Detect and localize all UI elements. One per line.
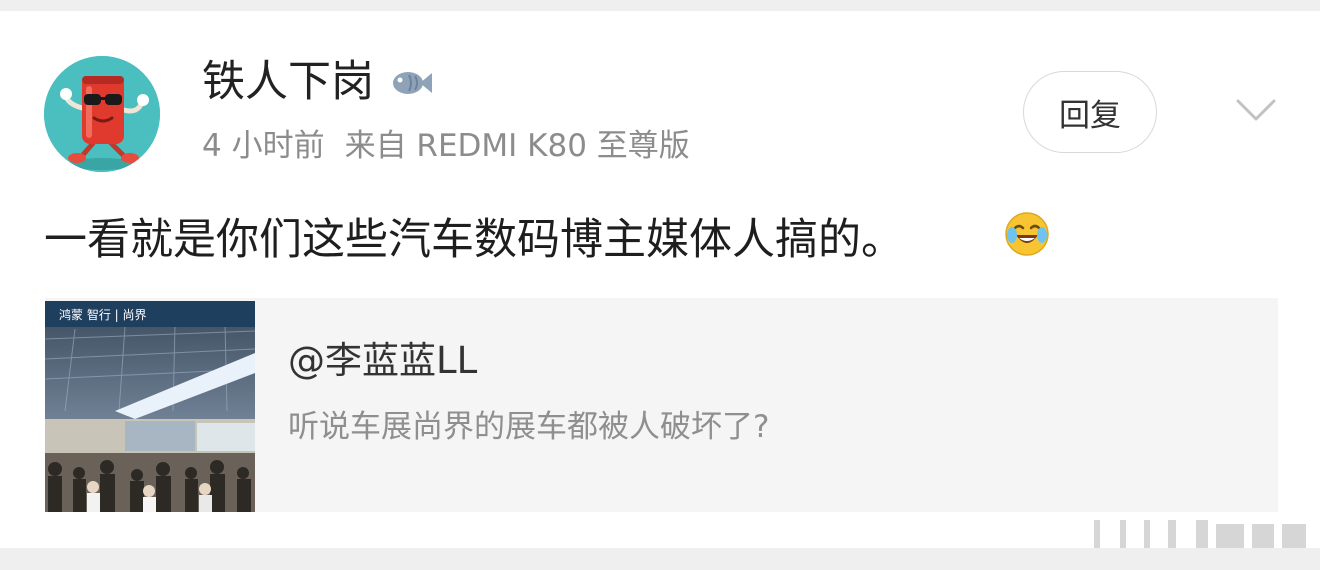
- post-time: 4 小时前: [202, 128, 325, 164]
- fish-icon: [393, 72, 432, 94]
- post-source: 来自 REDMI K80 至尊版: [344, 128, 690, 164]
- quoted-post-text: 听说车展尚界的展车都被人破坏了?: [288, 409, 770, 445]
- avatar[interactable]: [44, 56, 160, 172]
- quoted-post-thumbnail: 鸿蒙 智行 | 尚界: [45, 301, 255, 512]
- thumbnail-banner-text: 鸿蒙 智行 | 尚界: [59, 307, 147, 322]
- reply-button[interactable]: 回复: [1023, 71, 1157, 153]
- laughing-crying-emoji-icon: [1005, 212, 1049, 256]
- author-name[interactable]: 铁人下岗: [202, 55, 374, 109]
- chevron-down-icon[interactable]: [1232, 95, 1280, 125]
- post-meta: 4 小时前 来自 REDMI K80 至尊版: [202, 124, 690, 168]
- auto-show-photo: 鸿蒙 智行 | 尚界: [45, 301, 255, 512]
- quoted-post-author[interactable]: @李蓝蓝LL: [288, 336, 477, 386]
- avatar-cartoon-can-icon: [44, 56, 160, 172]
- quoted-post[interactable]: 鸿蒙 智行 | 尚界 @李蓝蓝LL 听说车展尚界的展车都被人破坏了?: [45, 298, 1278, 512]
- watermark-logo: [1094, 520, 1306, 548]
- post-card: 铁人下岗 4 小时前 来自 REDMI K80 至尊版 回复 一看就是你们这些汽车…: [0, 11, 1320, 548]
- post-text: 一看就是你们这些汽车数码博主媒体人搞的。: [44, 215, 904, 265]
